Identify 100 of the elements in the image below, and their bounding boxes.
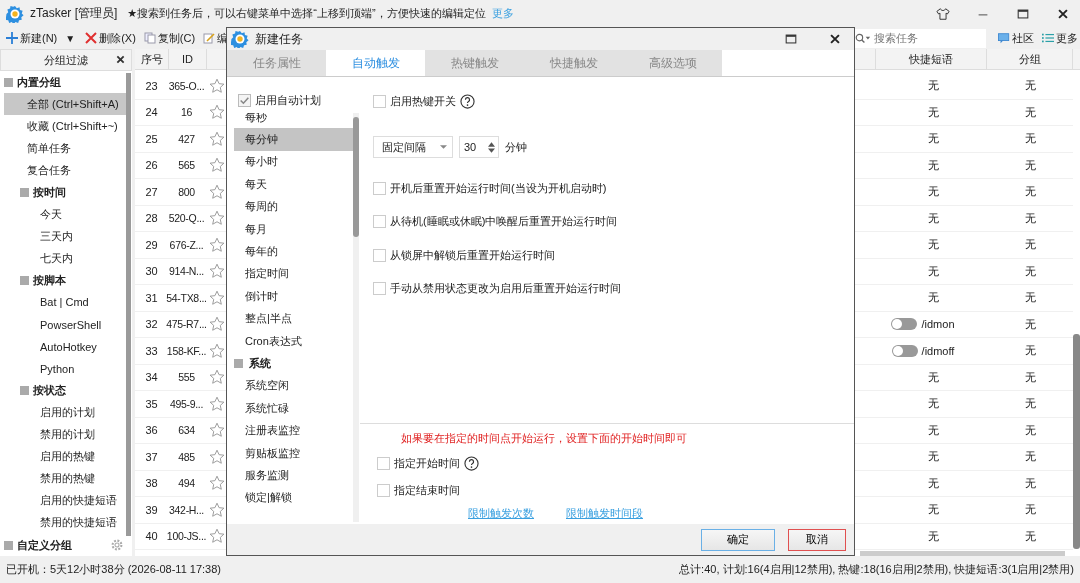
list-item[interactable]: 剪贴板监控 — [234, 441, 353, 465]
group-header[interactable]: 自定义分组 — [17, 537, 72, 553]
sidebar-item[interactable]: 今天 — [4, 203, 126, 226]
spin-arrows-icon[interactable] — [488, 140, 495, 154]
list-item[interactable]: 每分钟 — [234, 128, 353, 151]
delete-button[interactable]: 删除(X) — [83, 30, 138, 46]
sidebar-item[interactable]: 启用的计划 — [4, 401, 126, 424]
search-field[interactable]: 搜索任务 — [852, 28, 986, 48]
checkbox-label[interactable]: 启用自动计划 — [255, 92, 321, 108]
sidebar-item[interactable]: 全部 (Ctrl+Shift+A) — [4, 93, 126, 116]
dropdown-caret[interactable]: ▼ — [63, 32, 78, 44]
checkbox[interactable] — [377, 483, 390, 497]
new-button[interactable]: 新建(N) — [4, 30, 60, 46]
maximize-icon[interactable] — [784, 32, 798, 46]
star-icon[interactable] — [208, 77, 225, 94]
search-icon[interactable] — [855, 32, 871, 44]
list-item[interactable]: 锁定|解锁 — [234, 486, 353, 510]
star-icon[interactable] — [208, 369, 225, 386]
list-item[interactable]: 整点|半点 — [234, 307, 353, 330]
sidebar-item[interactable]: Python — [4, 357, 126, 380]
column-header[interactable]: 序号 — [135, 49, 169, 69]
list-item[interactable]: Cron表达式 — [234, 329, 353, 353]
interval-dropdown[interactable]: 固定间隔 — [373, 136, 453, 158]
star-icon[interactable] — [208, 475, 225, 492]
star-icon[interactable] — [208, 210, 225, 227]
checkbox[interactable] — [373, 215, 386, 228]
star-icon[interactable] — [208, 395, 225, 412]
list-item[interactable]: 每周的 — [234, 195, 353, 218]
list-item[interactable]: 每月 — [234, 217, 353, 241]
star-icon[interactable] — [208, 316, 225, 333]
more-button[interactable]: 更多 — [1040, 30, 1080, 46]
group-header[interactable]: 按时间 — [33, 184, 66, 200]
column-header[interactable]: 快捷短语 — [876, 49, 987, 69]
sidebar-item[interactable]: Bat | Cmd — [4, 291, 126, 314]
star-icon[interactable] — [208, 183, 225, 200]
list-item[interactable]: 倒计时 — [234, 285, 353, 308]
star-icon[interactable] — [208, 448, 225, 465]
maximize-icon[interactable] — [1016, 6, 1030, 21]
list-item[interactable]: 指定时间 — [234, 262, 353, 286]
cancel-button[interactable]: 取消 — [788, 528, 846, 551]
copy-button[interactable]: 复制(C) — [141, 30, 198, 46]
checkbox[interactable] — [373, 282, 386, 295]
group-header[interactable]: 内置分组 — [17, 74, 61, 90]
checkbox[interactable] — [377, 456, 390, 470]
close-icon[interactable] — [116, 55, 125, 64]
column-header[interactable]: 分组 — [987, 49, 1073, 69]
help-icon[interactable] — [464, 455, 479, 471]
star-icon[interactable] — [208, 342, 225, 359]
sidebar-item[interactable]: AutoHotkey — [4, 335, 126, 358]
star-icon[interactable] — [208, 236, 225, 253]
checkbox-label[interactable]: 手动从禁用状态更改为启用后重置开始运行时间 — [390, 281, 621, 296]
checkbox[interactable] — [373, 94, 386, 108]
checkbox-label[interactable]: 指定结束时间 — [394, 482, 460, 498]
list-item[interactable]: 注册表监控 — [234, 419, 353, 442]
star-icon[interactable] — [208, 501, 225, 518]
sidebar-item[interactable]: 禁用的快捷短语 — [4, 511, 126, 534]
scrollbar[interactable] — [126, 73, 131, 536]
column-header[interactable]: ID — [169, 49, 207, 69]
shirt-icon[interactable] — [936, 6, 950, 21]
toggle-switch[interactable] — [891, 318, 918, 331]
close-icon[interactable] — [828, 32, 842, 46]
group-header[interactable]: 按脚本 — [33, 272, 66, 288]
star-icon[interactable] — [208, 528, 225, 545]
toggle-switch[interactable] — [891, 344, 918, 357]
checkbox[interactable] — [373, 248, 386, 262]
sidebar-item[interactable]: 禁用的热键 — [4, 467, 126, 490]
checkbox-label[interactable]: 指定开始时间 — [394, 455, 460, 471]
gear-icon[interactable] — [110, 538, 124, 552]
community-button[interactable]: 社区 — [996, 30, 1036, 46]
checkbox-label[interactable]: 启用热键开关 — [390, 93, 456, 109]
sidebar-item[interactable]: 三天内 — [4, 225, 126, 248]
sidebar-item[interactable]: 简单任务 — [4, 137, 126, 160]
scrollbar[interactable] — [353, 117, 359, 237]
sidebar-item[interactable]: 复合任务 — [4, 159, 126, 182]
sidebar-item[interactable]: 收藏 (Ctrl+Shift+~) — [4, 115, 126, 138]
star-icon[interactable] — [208, 130, 225, 147]
number-field[interactable]: 30 — [459, 136, 499, 158]
star-icon[interactable] — [208, 104, 225, 121]
sidebar-item[interactable]: PowserShell — [4, 313, 126, 336]
list-item[interactable]: 每年的 — [234, 240, 353, 263]
star-icon[interactable] — [208, 157, 225, 174]
list-item[interactable]: 每小时 — [234, 150, 353, 174]
list-item[interactable]: 系统空闲 — [234, 374, 353, 398]
list-item[interactable]: 服务监测 — [234, 464, 353, 487]
star-icon[interactable] — [208, 289, 225, 306]
sidebar-item[interactable]: 禁用的计划 — [4, 423, 126, 446]
help-icon[interactable] — [460, 93, 475, 109]
sidebar-item[interactable]: 启用的热键 — [4, 445, 126, 468]
scrollbar[interactable] — [860, 551, 1065, 556]
checkbox[interactable] — [373, 181, 386, 195]
ok-button[interactable]: 确定 — [701, 528, 775, 551]
sidebar-item[interactable]: 七天内 — [4, 247, 126, 270]
checkbox-label[interactable]: 从锁屏中解锁后重置开始运行时间 — [390, 247, 555, 263]
star-icon[interactable] — [208, 263, 225, 280]
star-icon[interactable] — [208, 422, 225, 439]
checkbox[interactable] — [238, 93, 251, 107]
list-item[interactable]: 每天 — [234, 173, 353, 196]
scrollbar[interactable] — [1073, 334, 1080, 549]
checkbox-label[interactable]: 从待机(睡眠或休眠)中唤醒后重置开始运行时间 — [390, 214, 618, 229]
checkbox-label[interactable]: 开机后重置开始运行时间(当设为开机启动时) — [390, 180, 607, 196]
